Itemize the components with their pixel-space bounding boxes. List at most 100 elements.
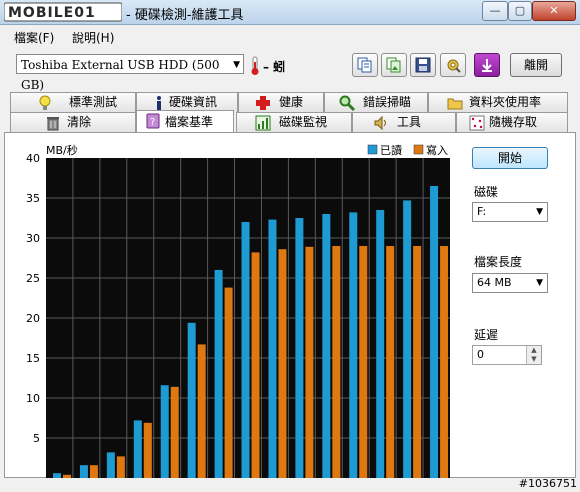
stepper-up-button[interactable]: ▲ <box>526 346 541 355</box>
tab-disk-info[interactable]: 硬碟資訊 <box>136 92 238 112</box>
toolbar: Toshiba External USB HDD (500 GB) ▼ – 蚓 … <box>0 48 580 92</box>
tab-file-benchmark[interactable]: ? 檔案基準 <box>136 110 234 132</box>
folder-icon <box>447 98 463 110</box>
menu-bar: 檔案(F) 說明(H) <box>0 25 580 47</box>
watermark: #1036751 <box>518 477 577 490</box>
app-window: MOBILE01 - 硬碟檢測-維護工具 — ▢ ✕ 檔案(F) 說明(H) T… <box>0 0 580 492</box>
benchmark-chart: 5 10 15 20 25 30 35 40 MB/秒 已讀 寫入 <box>26 143 450 478</box>
tab-standard-test[interactable]: 標準測試 <box>10 92 136 112</box>
write-bar <box>359 246 368 478</box>
read-bar <box>241 222 250 478</box>
y-tick-label: 40 <box>26 152 40 165</box>
read-bar <box>349 212 358 478</box>
tools-icon <box>447 59 461 73</box>
drive-label: 磁碟 <box>474 185 499 199</box>
read-bar <box>79 465 88 478</box>
thermometer-icon <box>251 56 259 75</box>
copy-icon <box>357 57 372 73</box>
start-button-label: 開始 <box>497 151 522 165</box>
file-length-value: 64 MB <box>477 276 512 289</box>
read-bar <box>133 420 142 478</box>
minimize-button[interactable]: — <box>482 1 508 21</box>
chevron-down-icon: ▼ <box>536 278 543 288</box>
start-button[interactable]: 開始 <box>472 147 548 169</box>
tab-label: 資料夾使用率 <box>469 95 542 109</box>
drive-letter-value: F: <box>477 205 487 218</box>
drive-select[interactable]: Toshiba External USB HDD (500 GB) ▼ <box>16 54 244 92</box>
menu-file[interactable]: 檔案(F) <box>14 29 54 46</box>
write-bar <box>170 386 179 478</box>
copy-text-button[interactable] <box>352 53 378 77</box>
trash-icon <box>47 117 59 131</box>
read-bar <box>53 473 61 478</box>
legend-label: 已讀 <box>380 143 402 157</box>
save-button[interactable] <box>410 53 436 77</box>
write-bar <box>278 249 287 478</box>
floppy-disk-icon <box>415 57 431 73</box>
window-title: - 硬碟檢測-維護工具 <box>126 8 244 23</box>
exit-button-label: 離開 <box>523 58 548 72</box>
write-bar <box>440 246 449 478</box>
tab-random-access[interactable]: 隨機存取 <box>456 112 568 132</box>
read-bar <box>295 218 304 478</box>
download-button[interactable] <box>474 53 500 77</box>
info-icon <box>157 96 161 110</box>
tab-label: 清除 <box>67 115 92 129</box>
write-bar <box>305 246 314 478</box>
close-button[interactable]: ✕ <box>532 1 576 21</box>
write-bar <box>386 246 395 478</box>
delay-stepper[interactable]: 0 ▲ ▼ <box>472 345 542 365</box>
write-bar <box>116 456 125 478</box>
exit-button[interactable]: 離開 <box>510 53 562 77</box>
temperature-value: – 蚓 <box>263 60 286 74</box>
read-bar <box>160 385 169 478</box>
magnifier-icon <box>339 95 355 111</box>
tab-erase[interactable]: 清除 <box>10 112 136 132</box>
tab-tools[interactable]: 工具 <box>352 112 456 132</box>
tab-label: 檔案基準 <box>165 115 214 129</box>
write-bar <box>224 287 233 478</box>
write-bar <box>197 344 206 478</box>
chevron-down-icon: ▼ <box>233 60 240 70</box>
read-bar <box>268 219 277 478</box>
maximize-button[interactable]: ▢ <box>508 1 532 21</box>
read-bar <box>187 322 196 478</box>
delay-value: 0 <box>477 348 484 361</box>
read-bar <box>106 452 115 478</box>
legend-swatch <box>413 144 424 155</box>
y-tick-label: 10 <box>26 392 40 405</box>
delay-label: 延遲 <box>474 328 499 342</box>
y-tick-label: 20 <box>26 312 40 325</box>
file-length-label: 檔案長度 <box>474 255 523 269</box>
copy-image-icon <box>386 57 401 73</box>
file-length-select[interactable]: 64 MB ▼ <box>472 273 548 293</box>
legend-label: 寫入 <box>426 143 448 157</box>
copy-image-button[interactable] <box>381 53 407 77</box>
write-bar <box>251 252 260 478</box>
tab-label: 磁碟監視 <box>279 115 328 129</box>
svg-text:MOBILE01: MOBILE01 <box>8 5 96 21</box>
drive-select-value: Toshiba External USB HDD (500 GB) <box>21 58 220 92</box>
tab-health[interactable]: 健康 <box>238 92 324 112</box>
read-bar <box>403 200 412 478</box>
tab-error-scan[interactable]: 錯誤掃瞄 <box>324 92 428 112</box>
read-bar <box>376 210 385 478</box>
read-bar <box>214 270 223 478</box>
random-grid-icon <box>469 115 485 131</box>
write-bar <box>63 474 71 478</box>
mobile01-logo: MOBILE01 <box>4 2 122 22</box>
options-button[interactable] <box>440 53 466 77</box>
stepper-down-button[interactable]: ▼ <box>526 355 541 364</box>
write-bar <box>143 422 152 478</box>
chevron-down-icon: ▼ <box>536 207 543 217</box>
tab-label: 工具 <box>397 115 422 129</box>
drive-letter-select[interactable]: F: ▼ <box>472 202 548 222</box>
write-bar <box>332 246 341 478</box>
y-tick-label: 25 <box>26 272 40 285</box>
tab-label: 標準測試 <box>69 95 118 109</box>
menu-help[interactable]: 說明(H) <box>72 29 114 46</box>
tab-disk-monitor[interactable]: 磁碟監視 <box>236 112 352 132</box>
read-bar <box>322 214 331 478</box>
legend-swatch <box>367 144 378 155</box>
tab-folder-usage[interactable]: 資料夾使用率 <box>428 92 568 112</box>
